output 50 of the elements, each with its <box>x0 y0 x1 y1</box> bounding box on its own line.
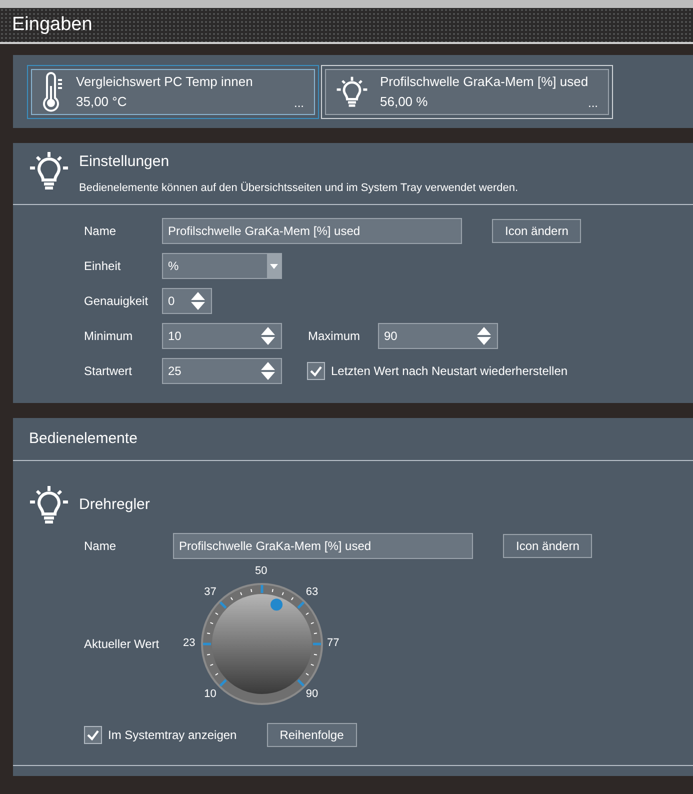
spinner-arrows-icon[interactable] <box>260 326 276 346</box>
dial-tick-label: 10 <box>204 688 216 700</box>
thermometer-icon <box>42 72 64 112</box>
checkbox[interactable] <box>307 362 325 380</box>
maximum-spinbox[interactable]: 90 <box>378 323 498 349</box>
dial-tick-label: 90 <box>306 688 318 700</box>
checkbox-label: Letzten Wert nach Neustart wiederherstellen <box>331 363 568 380</box>
order-button[interactable]: Reihenfolge <box>266 723 357 747</box>
dial-tick-label: 50 <box>255 566 268 577</box>
more-button[interactable]: ... <box>588 94 598 112</box>
dial-tick-label: 63 <box>306 587 318 598</box>
change-icon-button[interactable]: Icon ändern <box>492 219 582 243</box>
spinner-arrows-icon[interactable] <box>190 291 206 311</box>
input-card[interactable]: Profilschwelle GraKa-Mem [%] used 56,00 % ... <box>321 64 613 118</box>
checkbox[interactable] <box>84 726 102 744</box>
input-value: 56,00 % <box>380 92 429 110</box>
lightbulb-icon <box>29 485 69 525</box>
section-title: Einstellungen <box>79 152 170 172</box>
dial-tick-label: 77 <box>327 638 340 649</box>
field-label: Name <box>84 223 118 240</box>
precision-spinbox[interactable]: 0 <box>162 288 212 314</box>
lightbulb-icon <box>29 151 69 191</box>
control-title: Drehregler <box>79 494 150 515</box>
field-label: Einheit <box>84 258 122 275</box>
lightbulb-icon <box>336 76 368 108</box>
name-field[interactable]: Profilschwelle GraKa-Mem [%] used <box>173 533 473 559</box>
section-description: Bedienelemente können auf den Übersichtsseiten und im System Tray verwendet werden. <box>79 180 518 196</box>
field-label: Aktueller Wert <box>84 636 160 653</box>
input-title: Profilschwelle GraKa-Mem [%] used <box>380 73 588 91</box>
start-value-spinbox[interactable]: 25 <box>162 358 282 384</box>
change-icon-button[interactable]: Icon ändern <box>503 534 592 558</box>
field-label: Maximum <box>308 328 362 345</box>
unit-dropdown[interactable]: % <box>162 253 282 279</box>
more-button[interactable]: ... <box>294 94 304 112</box>
field-label: Name <box>84 538 118 555</box>
dial-tick-label: 23 <box>183 638 196 649</box>
spinner-arrows-icon[interactable] <box>260 361 276 381</box>
input-value: 35,00 °C <box>76 92 128 110</box>
spinner-arrows-icon[interactable] <box>476 326 492 346</box>
field-label: Genauigkeit <box>84 293 150 310</box>
page-title: Eingaben <box>12 12 92 36</box>
field-label: Minimum <box>84 328 134 345</box>
field-label: Startwert <box>84 363 134 380</box>
input-title: Vergleichswert PC Temp innen <box>76 73 253 91</box>
minimum-spinbox[interactable]: 10 <box>162 323 282 349</box>
name-field[interactable]: Profilschwelle GraKa-Mem [%] used <box>162 218 462 244</box>
input-card[interactable]: Vergleichswert PC Temp innen 35,00 °C ... <box>27 64 319 118</box>
dial-tick-label: 37 <box>204 587 216 598</box>
section-title: Bedienelemente <box>29 428 138 449</box>
checkbox-label: Im Systemtray anzeigen <box>108 727 237 744</box>
